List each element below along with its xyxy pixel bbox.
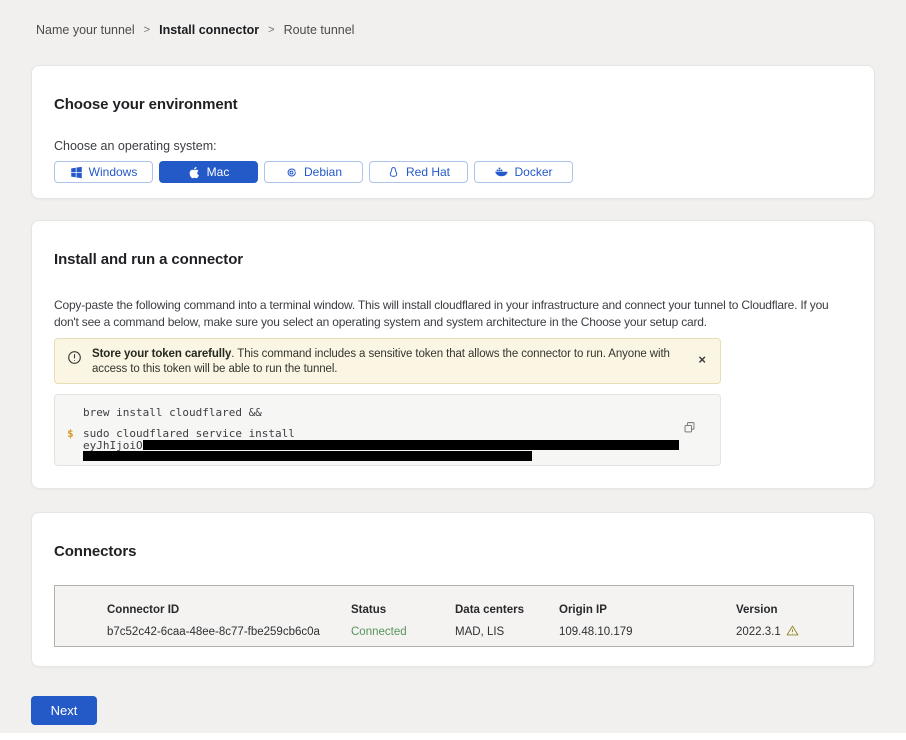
code-line-brew: brew install cloudflared && [83, 407, 720, 418]
col-header-connector-id: Connector ID [107, 604, 351, 616]
docker-icon [494, 165, 508, 179]
os-button-label: Docker [514, 165, 552, 179]
cell-version: 2022.3.1 [736, 624, 853, 640]
bottom-edge-strip [0, 733, 906, 740]
col-header-origin-ip: Origin IP [559, 604, 736, 616]
debian-icon [285, 166, 298, 179]
breadcrumb-separator: > [268, 24, 274, 36]
col-header-data-centers: Data centers [455, 604, 559, 616]
col-header-version: Version [736, 604, 853, 616]
code-line-token-continued [83, 451, 720, 461]
install-instructions: Copy-paste the following command into a … [54, 297, 848, 330]
close-icon[interactable]: × [698, 353, 706, 366]
code-line-sudo: $ sudo cloudflared service install [83, 428, 720, 439]
install-connector-card: Install and run a connector Copy-paste t… [31, 220, 875, 489]
os-button-group: Windows Mac Debian Red Hat Docker [54, 161, 852, 183]
breadcrumb: Name your tunnel > Install connector > R… [0, 0, 906, 37]
os-button-docker[interactable]: Docker [474, 161, 573, 183]
apple-icon [188, 166, 201, 179]
redacted-token-bar [83, 451, 532, 461]
token-warning-banner: Store your token carefully. This command… [54, 338, 721, 384]
os-button-windows[interactable]: Windows [54, 161, 153, 183]
os-button-redhat[interactable]: Red Hat [369, 161, 468, 183]
code-line-token: eyJhIjoiO [83, 440, 720, 450]
os-button-mac[interactable]: Mac [159, 161, 258, 183]
status-badge: Connected [351, 626, 455, 638]
alert-circle-icon [67, 350, 82, 370]
cell-origin-ip: 109.48.10.179 [559, 626, 736, 638]
breadcrumb-step-route-tunnel[interactable]: Route tunnel [284, 23, 355, 37]
warning-title: Store your token carefully [92, 348, 231, 360]
next-button[interactable]: Next [31, 696, 97, 725]
warning-text: Store your token carefully. This command… [92, 347, 690, 377]
breadcrumb-separator: > [144, 24, 150, 36]
environment-card-title: Choose your environment [54, 96, 852, 113]
os-button-label: Windows [89, 165, 138, 179]
version-warning-icon [786, 624, 799, 640]
connectors-card-title: Connectors [54, 543, 852, 560]
breadcrumb-step-install-connector[interactable]: Install connector [159, 23, 259, 37]
connectors-table-header: Connector ID Status Data centers Origin … [107, 604, 853, 616]
choose-environment-card: Choose your environment Choose an operat… [31, 65, 875, 199]
shell-prompt: $ [67, 428, 74, 439]
os-button-debian[interactable]: Debian [264, 161, 363, 183]
connectors-card: Connectors Connector ID Status Data cent… [31, 512, 875, 667]
table-row: b7c52c42-6caa-48ee-8c77-fbe259cb6c0a Con… [107, 624, 853, 640]
os-select-label: Choose an operating system: [54, 139, 852, 153]
redacted-token-bar [143, 440, 679, 450]
os-button-label: Red Hat [406, 165, 450, 179]
cell-data-centers: MAD, LIS [455, 626, 559, 638]
windows-icon [70, 166, 83, 179]
copy-icon[interactable] [683, 421, 696, 437]
connectors-table: Connector ID Status Data centers Origin … [54, 585, 854, 647]
os-button-label: Mac [207, 165, 230, 179]
breadcrumb-step-name-your-tunnel[interactable]: Name your tunnel [36, 23, 135, 37]
install-card-title: Install and run a connector [54, 251, 852, 268]
redhat-icon [387, 166, 400, 179]
col-header-status: Status [351, 604, 455, 616]
os-button-label: Debian [304, 165, 342, 179]
install-command-code-block: brew install cloudflared && $ sudo cloud… [54, 394, 721, 466]
cell-connector-id: b7c52c42-6caa-48ee-8c77-fbe259cb6c0a [107, 626, 351, 638]
